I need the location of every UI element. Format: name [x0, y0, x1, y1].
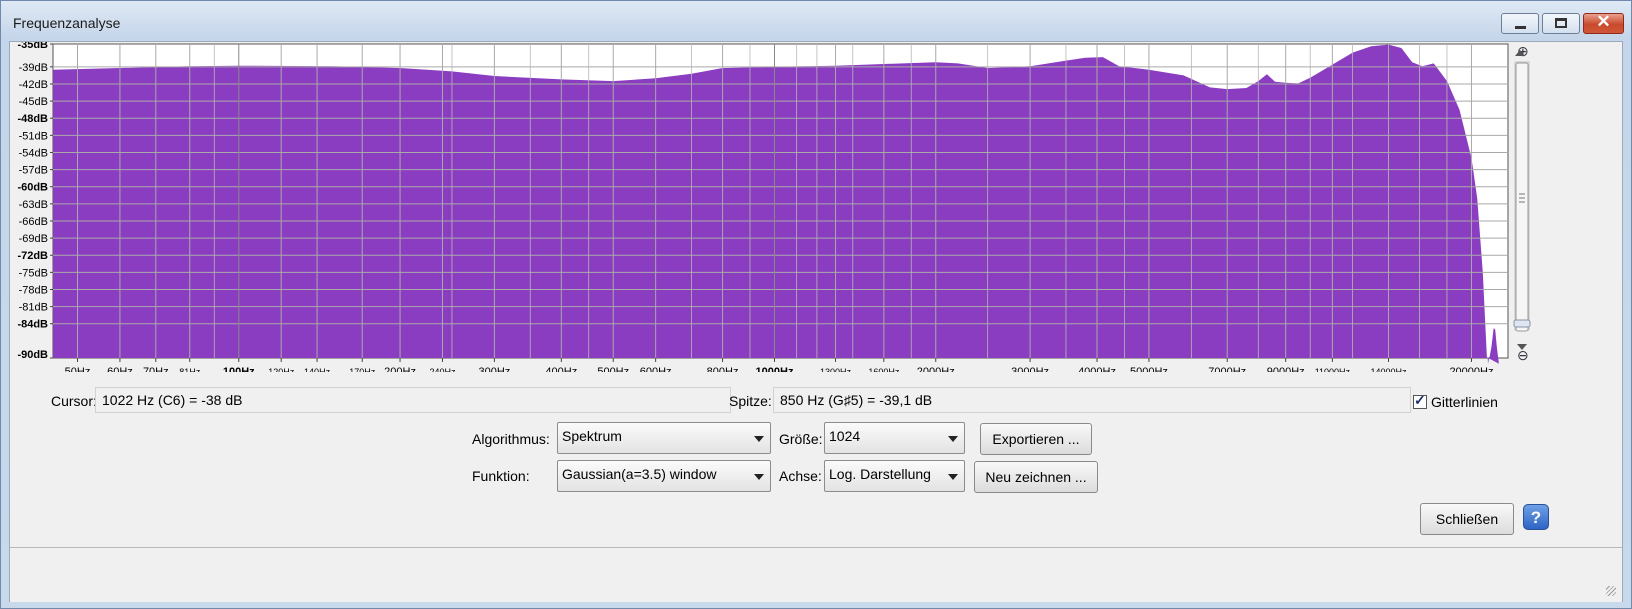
- redraw-button[interactable]: Neu zeichnen ...: [974, 461, 1098, 493]
- x-tick-label: 140Hz: [304, 367, 331, 372]
- algorithm-label: Algorithmus:: [472, 431, 550, 447]
- maximize-button[interactable]: [1542, 13, 1580, 34]
- y-tick-label: -51dB: [19, 130, 48, 142]
- chevron-down-icon: [948, 474, 958, 480]
- cursor-readout: 1022 Hz (C6) = -38 dB: [95, 387, 731, 413]
- size-value: 1024: [829, 428, 861, 444]
- chevron-down-icon: [754, 436, 764, 442]
- algorithm-select[interactable]: Spektrum: [557, 422, 771, 454]
- peak-label: Spitze:: [729, 393, 772, 409]
- x-tick-label: 200Hz: [384, 366, 416, 372]
- function-value: Gaussian(a=3.5) window: [562, 466, 717, 482]
- x-tick-label: 11000Hz: [1315, 367, 1351, 372]
- x-tick-label: 120Hz: [268, 367, 295, 372]
- y-tick-label: -78dB: [19, 284, 48, 296]
- resize-grip-icon[interactable]: [1606, 586, 1616, 596]
- gridlines-label[interactable]: Gitterlinien: [1431, 394, 1498, 410]
- x-tick-label: 240Hz: [429, 367, 456, 372]
- maximize-icon: [1555, 18, 1567, 28]
- x-tick-label: 600Hz: [640, 366, 672, 372]
- help-button[interactable]: ?: [1523, 504, 1549, 530]
- x-tick-label: 500Hz: [597, 366, 629, 372]
- minimize-button[interactable]: [1501, 13, 1539, 34]
- y-tick-label: -75dB: [19, 267, 48, 279]
- x-tick-label: 14000Hz: [1370, 367, 1407, 372]
- y-tick-label: -69dB: [19, 233, 48, 245]
- x-tick-label: 170Hz: [349, 367, 376, 372]
- y-tick-label: -57dB: [19, 165, 48, 177]
- y-tick-label: -60dB: [17, 182, 48, 194]
- function-select[interactable]: Gaussian(a=3.5) window: [557, 460, 771, 492]
- function-label: Funktion:: [472, 468, 530, 484]
- minimize-icon: [1515, 26, 1526, 29]
- axis-select[interactable]: Log. Darstellung: [824, 460, 965, 492]
- gridlines-checkbox[interactable]: ✓: [1413, 392, 1427, 409]
- x-tick-label: 400Hz: [545, 366, 577, 372]
- x-tick-label: 81Hz: [179, 367, 201, 372]
- x-tick-label: 60Hz: [107, 366, 133, 372]
- y-tick-label: -66dB: [19, 216, 48, 228]
- x-tick-label: 9000Hz: [1267, 366, 1305, 372]
- spectrum-plot[interactable]: -35dB -39dB -42dB -45dB -48dB -51dB -54dB -57dB…: [10, 42, 1624, 372]
- x-tick-label: 1000Hz: [756, 366, 794, 372]
- y-tick-label: -63dB: [19, 199, 48, 211]
- cursor-label: Cursor:: [51, 393, 97, 409]
- x-tick-label: 20000Hz: [1449, 366, 1493, 372]
- scrollbar-thumb[interactable]: [1515, 62, 1529, 332]
- x-tick-label: 300Hz: [478, 366, 510, 372]
- x-tick-label: 100Hz: [223, 366, 255, 372]
- algorithm-value: Spektrum: [562, 428, 622, 444]
- y-tick-label: -81dB: [19, 302, 48, 314]
- spectrum-plot-area: -35dB -39dB -42dB -45dB -48dB -51dB -54dB -57dB…: [10, 42, 1624, 372]
- y-tick-label: -42dB: [19, 79, 48, 91]
- chevron-down-icon: [948, 436, 958, 442]
- y-tick-label: -35dB: [17, 42, 48, 51]
- y-tick-label: -48dB: [17, 113, 48, 125]
- frequency-analysis-window: Frequenzanalyse ✕ -35dB -39dB -42dB -45dB -4…: [0, 0, 1632, 609]
- y-tick-label: -84dB: [17, 319, 48, 331]
- dialog-client: -35dB -39dB -42dB -45dB -48dB -51dB -54dB -57dB…: [9, 41, 1623, 602]
- y-tick-label: -72dB: [17, 250, 48, 262]
- x-tick-label: 800Hz: [707, 366, 739, 372]
- y-tick-label: -90dB: [17, 349, 48, 361]
- close-button[interactable]: Schließen: [1420, 503, 1514, 535]
- x-tick-label: 70Hz: [143, 366, 169, 372]
- y-tick-label: -45dB: [19, 96, 48, 108]
- zoom-slider-handle[interactable]: [1513, 319, 1531, 328]
- x-tick-label: 4000Hz: [1078, 366, 1116, 372]
- y-tick-label: -54dB: [19, 147, 48, 159]
- close-icon: ✕: [1596, 12, 1611, 31]
- axis-label: Achse:: [779, 468, 822, 484]
- zoom-out-icon[interactable]: ⊖: [1517, 347, 1529, 363]
- size-select[interactable]: 1024: [824, 422, 965, 454]
- title-bar[interactable]: Frequenzanalyse ✕: [1, 1, 1631, 41]
- peak-readout: 850 Hz (G♯5) = -39,1 dB: [773, 387, 1411, 413]
- x-tick-label: 2000Hz: [917, 366, 955, 372]
- close-window-button[interactable]: ✕: [1583, 12, 1624, 34]
- window-title: Frequenzanalyse: [13, 15, 121, 31]
- x-tick-label: 50Hz: [65, 366, 91, 372]
- size-label: Größe:: [779, 431, 823, 447]
- axis-value: Log. Darstellung: [829, 466, 931, 482]
- chevron-down-icon: [754, 474, 764, 480]
- status-bar: [10, 547, 1622, 602]
- y-tick-label: -39dB: [19, 62, 48, 74]
- export-button[interactable]: Exportieren ...: [980, 423, 1092, 455]
- check-icon: ✓: [1414, 392, 1426, 408]
- x-tick-label: 7000Hz: [1208, 366, 1246, 372]
- x-tick-label: 1600Hz: [868, 367, 900, 372]
- x-tick-label: 1300Hz: [820, 367, 852, 372]
- zoom-in-icon[interactable]: ⊕: [1517, 43, 1529, 59]
- x-tick-label: 3000Hz: [1011, 366, 1049, 372]
- x-tick-label: 5000Hz: [1130, 366, 1168, 372]
